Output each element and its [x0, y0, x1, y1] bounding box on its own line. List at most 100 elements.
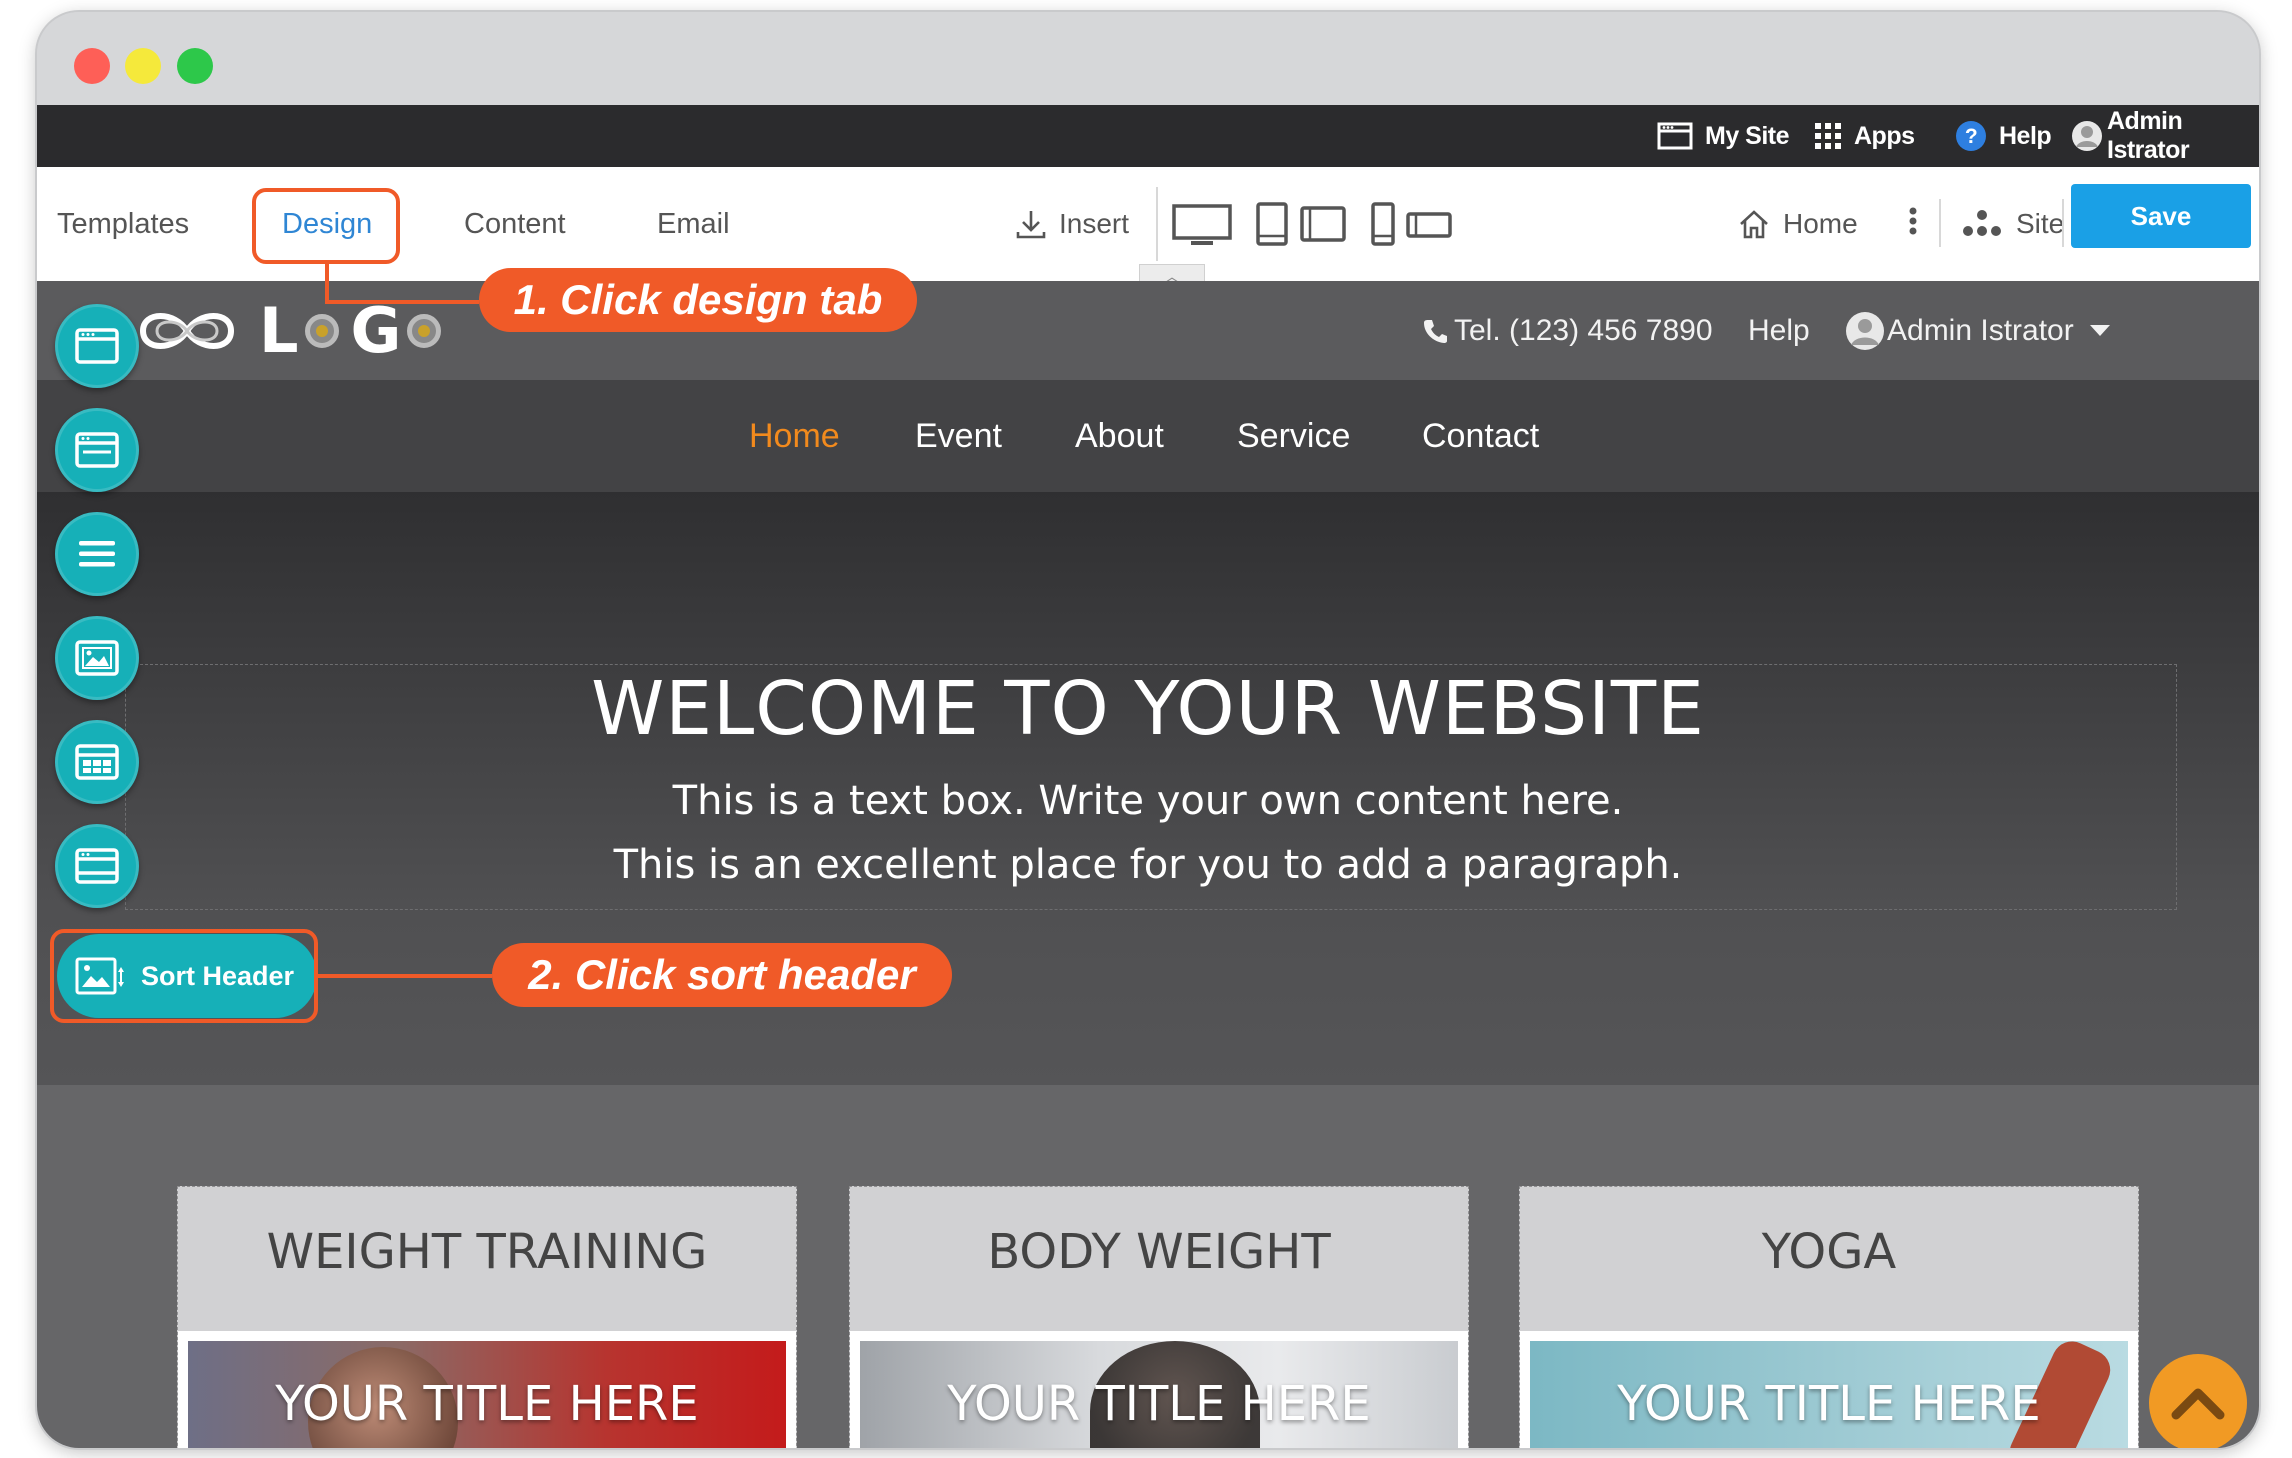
svg-text:?: ?: [1965, 125, 1977, 148]
site-phone: Tel. (123) 456 7890: [1422, 281, 1713, 380]
sort-header-highlight: [50, 929, 318, 1023]
tab-templates[interactable]: Templates: [57, 167, 189, 281]
card-title: BODY WEIGHT: [987, 1224, 1331, 1280]
nav-home[interactable]: Home: [749, 380, 840, 492]
toolbar-divider: [1939, 199, 1941, 247]
site-help-link[interactable]: Help: [1748, 281, 1810, 380]
apps-label: Apps: [1854, 121, 1915, 150]
infinity-logo-icon: [135, 301, 239, 361]
phone-icon: [1422, 318, 1448, 344]
admin-user-label: Admin Istrator: [2107, 107, 2190, 164]
card-image[interactable]: YOUR TITLE HERE: [860, 1341, 1458, 1448]
section-layout-button[interactable]: [55, 408, 139, 492]
section-grid-button[interactable]: [55, 720, 139, 804]
my-site-link[interactable]: My Site: [1657, 105, 1790, 167]
browser-window: My Site Apps ? Help Admin Istrator Templ…: [37, 12, 2259, 1448]
card-image-title: YOUR TITLE HERE: [275, 1376, 699, 1432]
window-icon: [75, 328, 119, 364]
phone-label: Tel. (123) 456 7890: [1454, 313, 1713, 347]
service-card[interactable]: YOGA YOUR TITLE HERE: [1519, 1186, 2139, 1448]
admin-user-menu[interactable]: Admin Istrator: [2071, 105, 2259, 167]
footer-window-icon: [75, 848, 119, 884]
card-body: YOUR TITLE HERE: [178, 1331, 796, 1448]
help-label: Help: [1999, 121, 2052, 150]
grid-window-icon: [75, 744, 119, 780]
browser-window-icon: [1657, 122, 1693, 150]
title-bar: [37, 12, 2259, 105]
logo-letter: G: [350, 294, 402, 367]
caret-down-icon: [2089, 324, 2110, 337]
page-selector-home[interactable]: Home: [1737, 167, 1858, 281]
section-image-button[interactable]: [55, 616, 139, 700]
section-footer-button[interactable]: [55, 824, 139, 908]
design-tab-highlight: [252, 188, 400, 264]
chevron-up-icon: [2171, 1388, 2225, 1420]
site-navigation: Home Event About Service Contact: [37, 380, 2259, 492]
callout-connector: [318, 974, 492, 978]
minimize-window-button[interactable]: [125, 48, 161, 84]
site-label: Site: [2016, 208, 2065, 239]
section-menu-button[interactable]: [55, 512, 139, 596]
apps-link[interactable]: Apps: [1814, 105, 1915, 167]
help-icon: ?: [1955, 120, 1987, 152]
layout-icon: [75, 432, 119, 468]
callout-connector: [325, 264, 329, 304]
card-image-title: YOUR TITLE HERE: [1617, 1376, 2041, 1432]
logo-letter: L: [259, 294, 299, 367]
close-window-button[interactable]: [74, 48, 110, 84]
home-label: Home: [1783, 208, 1858, 239]
card-image[interactable]: YOUR TITLE HERE: [188, 1341, 786, 1448]
section-header-button[interactable]: [55, 304, 139, 388]
card-title: WEIGHT TRAINING: [266, 1224, 708, 1280]
toolbar-divider: [2062, 199, 2064, 247]
hero-section: WELCOME TO YOUR WEBSITE This is a text b…: [37, 492, 2259, 1085]
site-button[interactable]: Site: [1962, 167, 2064, 281]
logo-circle: [407, 314, 442, 348]
user-avatar-icon: [2071, 120, 2103, 152]
nav-event[interactable]: Event: [915, 380, 1002, 492]
maximize-window-button[interactable]: [177, 48, 213, 84]
image-icon: [75, 640, 119, 676]
logo-circle: [304, 314, 339, 348]
nav-service[interactable]: Service: [1237, 380, 1350, 492]
step-2-callout: 2. Click sort header: [492, 943, 952, 1007]
step-1-callout: 1. Click design tab: [479, 268, 917, 332]
hero-title: WELCOME TO YOUR WEBSITE: [591, 666, 1705, 752]
insert-label: Insert: [1059, 208, 1130, 239]
sitemap-icon: [1962, 209, 2002, 239]
my-site-label: My Site: [1705, 121, 1790, 150]
tab-content[interactable]: Content: [464, 167, 566, 281]
card-title: YOGA: [1761, 1224, 1897, 1280]
card-image[interactable]: YOUR TITLE HERE: [1530, 1341, 2128, 1448]
tablet-portrait-icon[interactable]: [1255, 201, 1289, 252]
hamburger-menu-icon: [79, 541, 115, 567]
admin-bar: My Site Apps ? Help Admin Istrator: [37, 105, 2259, 167]
phone-portrait-icon[interactable]: [1370, 201, 1396, 252]
insert-button[interactable]: Insert: [1015, 167, 1129, 281]
tab-email[interactable]: Email: [657, 167, 730, 281]
download-icon: [1015, 208, 1047, 240]
more-options-icon[interactable]: [1908, 207, 1918, 242]
hero-paragraph-line: This is an excellent place for you to ad…: [613, 842, 1683, 888]
user-avatar-icon: [1845, 311, 1885, 351]
nav-about[interactable]: About: [1075, 380, 1164, 492]
card-image-title: YOUR TITLE HERE: [947, 1376, 1371, 1432]
site-logo[interactable]: L G: [135, 299, 447, 363]
save-button[interactable]: Save: [2071, 184, 2251, 248]
toolbar-divider: [1156, 187, 1158, 261]
phone-landscape-icon[interactable]: [1405, 211, 1453, 244]
scroll-to-top-button[interactable]: [2149, 1354, 2247, 1448]
callout-connector: [325, 300, 479, 304]
service-card[interactable]: BODY WEIGHT YOUR TITLE HERE: [849, 1186, 1469, 1448]
site-user-menu[interactable]: Admin Istrator: [1845, 281, 2110, 380]
tablet-landscape-icon[interactable]: [1299, 205, 1347, 248]
apps-grid-icon: [1814, 122, 1842, 150]
hero-paragraph-line: This is a text box. Write your own conte…: [672, 778, 1624, 824]
site-user-label: Admin Istrator: [1887, 313, 2074, 347]
site-header: L G Tel. (123) 456 7890 Help Admin Istra…: [37, 281, 2259, 380]
nav-contact[interactable]: Contact: [1422, 380, 1539, 492]
card-body: YOUR TITLE HERE: [850, 1331, 1468, 1448]
help-link[interactable]: ? Help: [1955, 105, 2052, 167]
desktop-view-icon[interactable]: [1171, 203, 1233, 252]
service-card[interactable]: WEIGHT TRAINING YOUR TITLE HERE: [177, 1186, 797, 1448]
